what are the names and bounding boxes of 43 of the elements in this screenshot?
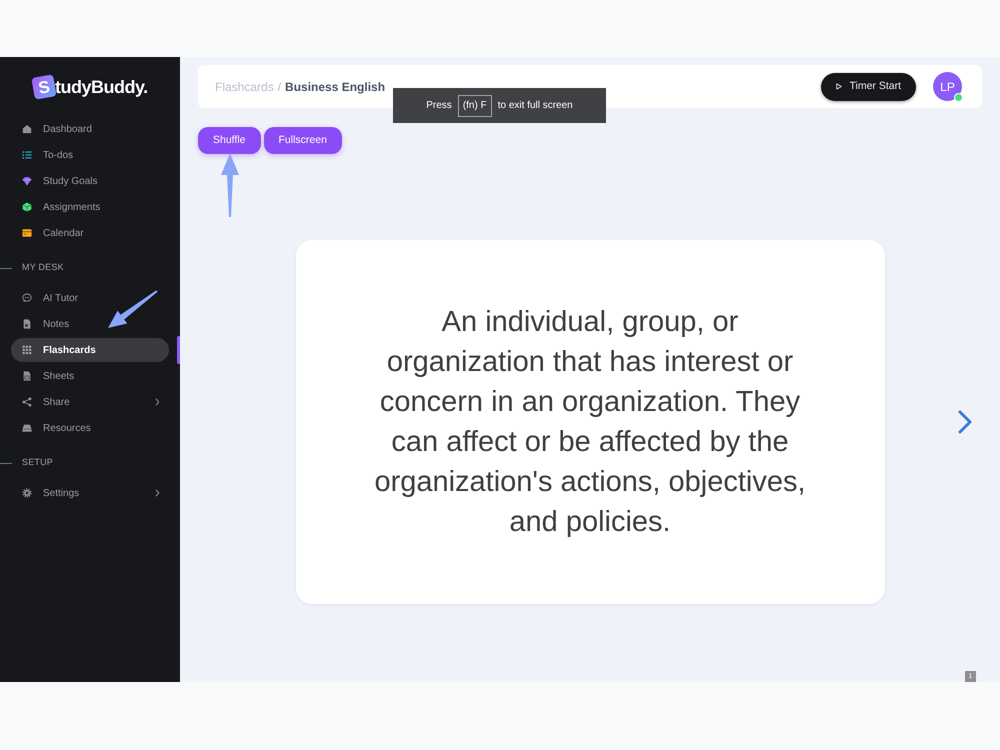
next-button[interactable] [957, 409, 973, 435]
nav-item[interactable]: Study Goals [11, 169, 169, 193]
play-icon [836, 83, 842, 90]
nav-item[interactable]: Share [11, 390, 169, 414]
nav-item[interactable]: Settings [11, 481, 169, 505]
nav-item[interactable]: To-dos [11, 143, 169, 167]
flashcard-text: An individual, group, or organization that has interest or concern in an organization. They can affect or be affected by the organization's actions, objectives, and policies. [373, 305, 807, 540]
user-avatar[interactable]: LP [933, 72, 962, 101]
key-label: (fn) F [458, 94, 492, 116]
breadcrumb-separator: / [278, 78, 282, 96]
chevron-right-icon [957, 409, 973, 435]
nav-item[interactable]: Assignments [11, 195, 169, 219]
section-title: SETUP [22, 456, 54, 470]
annotation-arrow [221, 153, 239, 217]
logo: S tudyBuddy. [33, 76, 148, 98]
annotation-arrow [108, 290, 158, 328]
gear-icon [22, 488, 32, 498]
cube-icon [22, 202, 32, 212]
breadcrumb-current: Business English [285, 78, 386, 96]
nav-item[interactable]: Resources [11, 416, 169, 440]
nav-item[interactable]: Sheets [11, 364, 169, 388]
hint-text: to exit full screen [498, 99, 573, 113]
share-icon [22, 397, 32, 407]
nav-item[interactable]: Flashcards [11, 338, 169, 362]
grid-icon [22, 345, 32, 355]
card-icon [22, 228, 32, 238]
nav-item[interactable]: Dashboard [11, 117, 169, 141]
hint-text: Press [426, 99, 452, 113]
timer-start-button[interactable]: Timer Start [821, 72, 916, 100]
document-icon [22, 319, 32, 329]
file-icon [22, 371, 32, 381]
chat-icon [22, 293, 32, 303]
flashcard[interactable]: An individual, group, or organization that has interest or concern in an organization. They can affect or be affected by the organization's actions, objectives, and policies. [296, 240, 884, 604]
list-icon [22, 150, 32, 160]
fullscreen-button[interactable]: Fullscreen [264, 127, 342, 154]
tray-icon [22, 423, 32, 433]
nav-item[interactable]: Notes [11, 312, 169, 336]
shuffle-button[interactable]: Shuffle [198, 127, 260, 154]
nav-item[interactable]: Calendar [11, 221, 169, 245]
section-title: MY DESK [22, 261, 64, 274]
nav-item[interactable]: AI Tutor [11, 286, 169, 310]
home-icon [22, 124, 32, 134]
gem-icon [22, 176, 32, 186]
